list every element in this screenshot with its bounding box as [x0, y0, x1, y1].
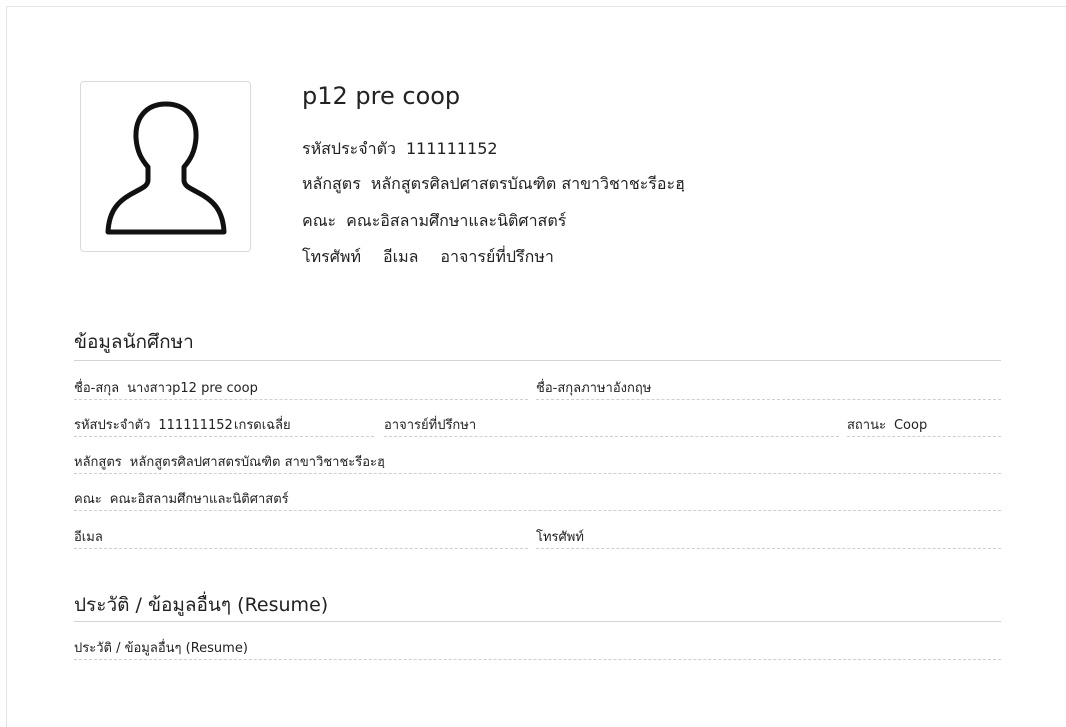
profile-program: หลักสูตร หลักสูตรศิลปศาสตรบัณฑิต สาขาวิชา…	[302, 172, 685, 197]
section-divider	[74, 360, 1001, 361]
program-label: หลักสูตร	[302, 174, 361, 193]
email-field: อีเมล	[74, 529, 528, 549]
program-value: หลักสูตรศิลปศาสตรบัณฑิต สาขาวิชาชะรีอะฮฺ	[370, 174, 685, 193]
phone-field: โทรศัพท์	[536, 529, 1001, 549]
profile-faculty: คณะ คณะอิสลามศึกษาและนิติศาสตร์	[302, 209, 566, 234]
profile-contact: โทรศัพท์ อีเมล อาจารย์ที่ปรึกษา	[302, 245, 576, 270]
person-silhouette-icon	[105, 101, 227, 235]
student-info-title: ข้อมูลนักศึกษา	[74, 331, 194, 353]
profile-student-id: รหัสประจำตัว 111111152	[302, 137, 498, 162]
section-divider	[74, 621, 1001, 622]
phone-field-label: โทรศัพท์	[536, 530, 584, 545]
email-field-label: อีเมล	[74, 530, 103, 545]
program-field-label: หลักสูตร	[74, 455, 122, 470]
advisor-label: อาจารย์ที่ปรึกษา	[440, 247, 554, 266]
fullname-en-label: ชื่อ-สกุลภาษาอังกฤษ	[536, 381, 652, 396]
faculty-label: คณะ	[302, 211, 337, 230]
student-id-label: รหัสประจำตัว	[302, 139, 396, 158]
status-label: สถานะ	[847, 418, 886, 433]
fullname-value: นางสาวp12 pre coop	[127, 381, 258, 396]
program-field-value: หลักสูตรศิลปศาสตรบัณฑิต สาขาวิชาชะรีอะฮฺ	[129, 455, 385, 470]
status-field: สถานะ Coop	[847, 417, 1001, 437]
fullname-field: ชื่อ-สกุล นางสาวp12 pre coop	[74, 380, 528, 400]
status-value: Coop	[893, 418, 928, 433]
avatar	[80, 81, 251, 252]
advisor-field-label: อาจารย์ที่ปรึกษา	[384, 418, 477, 433]
student-id-field-value: 111111152	[158, 418, 233, 433]
fullname-en-field: ชื่อ-สกุลภาษาอังกฤษ	[536, 380, 1001, 400]
faculty-field: คณะ คณะอิสลามศึกษาและนิติศาสตร์	[74, 491, 1001, 511]
program-field: หลักสูตร หลักสูตรศิลปศาสตรบัณฑิต สาขาวิชา…	[74, 454, 1001, 474]
faculty-value: คณะอิสลามศึกษาและนิติศาสตร์	[346, 211, 567, 230]
gpa-label: เกรดเฉลี่ย	[234, 418, 291, 433]
email-label: อีเมล	[382, 247, 419, 266]
student-id-field-label: รหัสประจำตัว	[74, 418, 151, 433]
resume-title: ประวัติ / ข้อมูลอื่นๆ (Resume)	[74, 594, 329, 616]
fullname-label: ชื่อ-สกุล	[74, 381, 120, 396]
faculty-field-label: คณะ	[74, 492, 102, 507]
student-id-field: รหัสประจำตัว 111111152	[74, 417, 242, 437]
gpa-field: เกรดเฉลี่ย	[234, 417, 374, 437]
advisor-field: อาจารย์ที่ปรึกษา	[384, 417, 839, 437]
faculty-field-value: คณะอิสลามศึกษาและนิติศาสตร์	[109, 492, 289, 507]
resume-field: ประวัติ / ข้อมูลอื่นๆ (Resume)	[74, 640, 1001, 660]
student-name: p12 pre coop	[302, 82, 461, 110]
phone-label: โทรศัพท์	[302, 247, 361, 266]
student-id-value: 111111152	[405, 139, 498, 158]
resume-label: ประวัติ / ข้อมูลอื่นๆ (Resume)	[74, 641, 248, 656]
